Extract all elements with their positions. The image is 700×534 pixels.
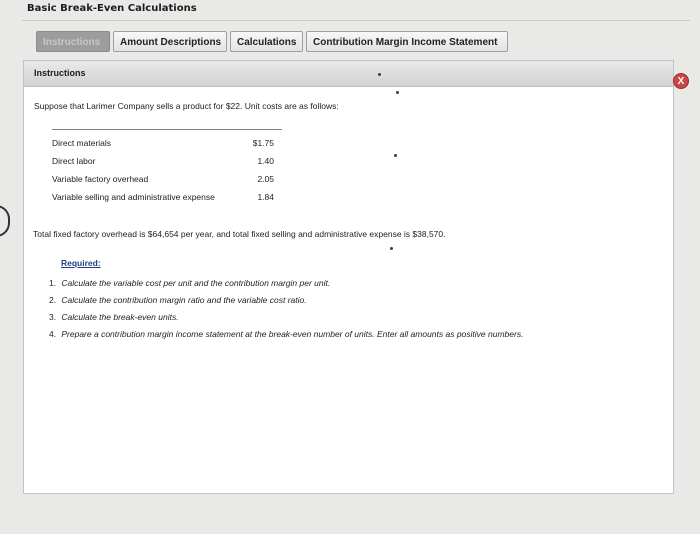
cost-label: Variable factory overhead bbox=[52, 174, 149, 184]
item-number: 3. bbox=[49, 312, 57, 322]
tab-calculations[interactable]: Calculations bbox=[230, 31, 303, 52]
cost-amount: 1.40 bbox=[257, 156, 274, 166]
tab-instructions[interactable]: Instructions bbox=[36, 31, 110, 52]
list-item: 3. Calculate the break-even units. bbox=[49, 309, 523, 326]
dot-mark bbox=[396, 91, 399, 94]
title-divider bbox=[22, 20, 690, 21]
panel-header: Instructions bbox=[24, 61, 673, 87]
instructions-panel: Instructions X Suppose that Larimer Comp… bbox=[23, 60, 689, 494]
edge-arc-decoration bbox=[0, 205, 10, 237]
requirements-list: 1. Calculate the variable cost per unit … bbox=[49, 275, 523, 343]
dot-mark bbox=[390, 247, 393, 250]
cost-label: Variable selling and administrative expe… bbox=[52, 192, 215, 202]
tab-amount-descriptions[interactable]: Amount Descriptions bbox=[113, 31, 227, 52]
item-number: 2. bbox=[49, 295, 57, 305]
cost-amount: 2.05 bbox=[257, 174, 274, 184]
list-item: 2. Calculate the contribution margin rat… bbox=[49, 292, 523, 309]
item-text: Calculate the break-even units. bbox=[61, 312, 179, 322]
dot-mark bbox=[378, 73, 381, 76]
tab-bar: Instructions Amount Descriptions Calcula… bbox=[36, 31, 508, 52]
list-item: 4. Prepare a contribution margin income … bbox=[49, 326, 523, 343]
cost-label: Direct materials bbox=[52, 129, 247, 152]
table-row: Variable selling and administrative expe… bbox=[52, 188, 282, 206]
table-row: Variable factory overhead 2.05 bbox=[52, 170, 282, 188]
item-number: 4. bbox=[49, 329, 57, 339]
list-item: 1. Calculate the variable cost per unit … bbox=[49, 275, 523, 292]
cost-amount: 1.84 bbox=[257, 192, 274, 202]
dot-mark bbox=[394, 154, 397, 157]
item-text: Calculate the contribution margin ratio … bbox=[61, 295, 307, 305]
cost-label: Direct labor bbox=[52, 156, 96, 166]
cost-amount: $1.75 bbox=[246, 129, 282, 152]
window-title: Basic Break-Even Calculations bbox=[27, 3, 197, 14]
fixed-overhead-text: Total fixed factory overhead is $64,654 … bbox=[33, 229, 446, 239]
item-number: 1. bbox=[49, 278, 57, 288]
table-row: Direct materials $1.75 bbox=[52, 129, 282, 152]
required-heading: Required: bbox=[61, 258, 101, 268]
tab-contribution-margin-income-statement[interactable]: Contribution Margin Income Statement bbox=[306, 31, 508, 52]
close-icon[interactable]: X bbox=[673, 73, 689, 89]
intro-text: Suppose that Larimer Company sells a pro… bbox=[34, 101, 339, 111]
unit-cost-table: Direct materials $1.75 Direct labor 1.40… bbox=[52, 129, 282, 206]
item-text: Prepare a contribution margin income sta… bbox=[61, 329, 524, 339]
table-row: Direct labor 1.40 bbox=[52, 152, 282, 170]
item-text: Calculate the variable cost per unit and… bbox=[61, 278, 331, 288]
